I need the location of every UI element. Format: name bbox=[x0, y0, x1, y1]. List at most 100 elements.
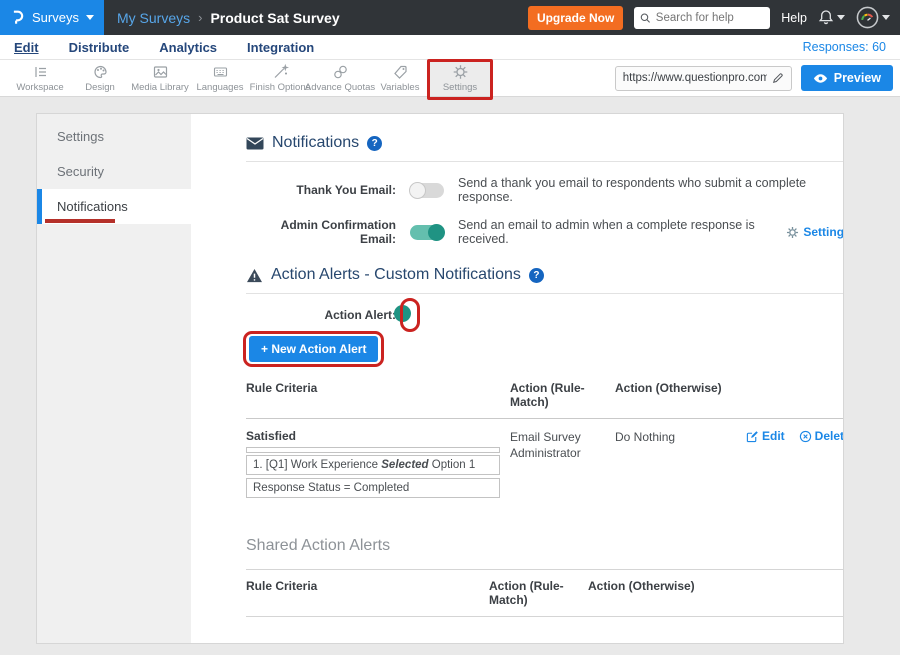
chevron-down-icon bbox=[86, 15, 94, 20]
notifications-section-header: Notifications ? bbox=[246, 128, 844, 161]
settings-side-menu: Settings Security Notifications bbox=[37, 114, 191, 643]
product-switcher[interactable]: Surveys bbox=[0, 0, 104, 35]
col-action-rule-match: Action (Rule-Match) bbox=[510, 381, 615, 409]
admin-confirmation-row: Admin Confirmation Email: Send an email … bbox=[246, 218, 844, 246]
finish-options-wand-icon bbox=[272, 64, 289, 80]
col-rule-criteria: Rule Criteria bbox=[246, 579, 489, 607]
variables-tag-icon bbox=[392, 64, 409, 80]
thank-you-email-description: Send a thank you email to respondents wh… bbox=[458, 176, 844, 204]
delete-alert-link[interactable]: Delete bbox=[799, 429, 844, 443]
admin-email-settings-link[interactable]: Settings bbox=[786, 225, 844, 239]
tab-analytics[interactable]: Analytics bbox=[159, 40, 217, 55]
criteria-condition-2: Response Status = Completed bbox=[246, 478, 500, 498]
account-menu[interactable] bbox=[856, 6, 890, 29]
languages-keyboard-icon bbox=[212, 64, 229, 80]
gear-icon bbox=[786, 226, 799, 239]
rule-match-cell: Email Survey Administrator bbox=[510, 429, 615, 501]
admin-confirmation-label: Admin Confirmation Email: bbox=[246, 218, 396, 246]
toggle-knob bbox=[394, 305, 411, 322]
edit-pencil-icon bbox=[746, 430, 759, 443]
help-link[interactable]: Help bbox=[781, 11, 807, 25]
shared-action-alerts-title: Shared Action Alerts bbox=[246, 537, 844, 555]
tab-distribute[interactable]: Distribute bbox=[69, 40, 130, 55]
toolbar-settings[interactable]: Settings bbox=[430, 60, 490, 96]
questionpro-logo-icon bbox=[9, 8, 25, 27]
tab-edit[interactable]: Edit bbox=[14, 40, 39, 55]
help-search[interactable] bbox=[634, 7, 770, 29]
action-alerts-section-header: Action Alerts - Custom Notifications ? bbox=[246, 260, 844, 293]
toolbar-languages[interactable]: Languages bbox=[190, 60, 250, 96]
notifications-content: Notifications ? Thank You Email: Send a … bbox=[191, 114, 844, 643]
shared-action-alerts-section: Shared Action Alerts Rule Criteria Actio… bbox=[246, 537, 844, 617]
action-alert-toggle-row: Action Alert: bbox=[246, 306, 844, 324]
col-rule-criteria: Rule Criteria bbox=[246, 381, 510, 409]
sidebar-item-settings[interactable]: Settings bbox=[37, 119, 191, 154]
criteria-strip bbox=[246, 447, 500, 453]
edit-toolbar: Workspace Design Media Library Languages… bbox=[0, 60, 900, 97]
admin-confirmation-description: Send an email to admin when a complete r… bbox=[458, 218, 786, 246]
section-divider bbox=[246, 161, 844, 162]
action-alerts-title: Action Alerts - Custom Notifications bbox=[271, 266, 521, 284]
col-action-rule-match: Action (Rule-Match) bbox=[489, 579, 588, 607]
upgrade-now-button[interactable]: Upgrade Now bbox=[528, 6, 623, 30]
survey-url-field[interactable]: https://www.questionpro.com/t/. bbox=[615, 66, 792, 91]
toolbar-workspace[interactable]: Workspace bbox=[10, 60, 70, 96]
toolbar-finish-options[interactable]: Finish Options bbox=[250, 60, 310, 96]
survey-url-text: https://www.questionpro.com/t/. bbox=[623, 72, 767, 84]
otherwise-cell: Do Nothing bbox=[615, 429, 746, 501]
new-action-alert-button[interactable]: + New Action Alert bbox=[249, 336, 378, 362]
col-action-otherwise: Action (Otherwise) bbox=[588, 579, 844, 607]
breadcrumb: My Surveys › Product Sat Survey bbox=[117, 10, 340, 26]
notifications-title: Notifications bbox=[272, 134, 359, 152]
action-alert-row-item: Satisfied 1. [Q1] Work Experience Select… bbox=[246, 419, 844, 511]
responses-count[interactable]: Responses: 60 bbox=[803, 40, 886, 54]
bell-icon bbox=[818, 9, 834, 26]
breadcrumb-my-surveys[interactable]: My Surveys bbox=[117, 10, 190, 26]
sidebar-item-notifications[interactable]: Notifications bbox=[37, 189, 191, 224]
chevron-down-icon bbox=[882, 15, 890, 20]
toolbar-design[interactable]: Design bbox=[70, 60, 130, 96]
envelope-icon bbox=[246, 137, 264, 150]
survey-nav-tabs: Edit Distribute Analytics Integration Re… bbox=[0, 35, 900, 60]
warning-triangle-icon bbox=[246, 268, 263, 283]
breadcrumb-current-survey: Product Sat Survey bbox=[210, 10, 339, 26]
toolbar-right: https://www.questionpro.com/t/. Preview bbox=[615, 60, 900, 96]
settings-panel: Settings Security Notifications Notifica… bbox=[36, 113, 844, 644]
settings-gear-icon bbox=[452, 64, 469, 80]
sidebar-item-security[interactable]: Security bbox=[37, 154, 191, 189]
edit-url-pencil-icon[interactable] bbox=[772, 72, 784, 84]
shared-alerts-table-header: Rule Criteria Action (Rule-Match) Action… bbox=[246, 569, 844, 617]
notifications-bell[interactable] bbox=[818, 9, 845, 26]
design-palette-icon bbox=[92, 64, 109, 80]
alert-actions-cell: Edit Delete bbox=[746, 429, 844, 501]
col-action-otherwise: Action (Otherwise) bbox=[615, 381, 746, 409]
notifications-help-icon[interactable]: ? bbox=[367, 136, 382, 151]
media-library-icon bbox=[152, 64, 169, 80]
thank-you-email-row: Thank You Email: Send a thank you email … bbox=[246, 176, 844, 204]
help-search-input[interactable] bbox=[656, 12, 765, 24]
thank-you-email-toggle[interactable] bbox=[410, 183, 444, 198]
toolbar-media-library[interactable]: Media Library bbox=[130, 60, 190, 96]
preview-button[interactable]: Preview bbox=[801, 65, 893, 91]
top-header: Surveys My Surveys › Product Sat Survey … bbox=[0, 0, 900, 35]
toolbar-variables[interactable]: Variables bbox=[370, 60, 430, 96]
search-icon bbox=[640, 12, 651, 24]
toolbar-advance-quotas[interactable]: Advance Quotas bbox=[310, 60, 370, 96]
header-right: Upgrade Now Help bbox=[528, 6, 900, 30]
admin-confirmation-toggle[interactable] bbox=[410, 225, 444, 240]
delete-circle-icon bbox=[799, 430, 812, 443]
thank-you-email-label: Thank You Email: bbox=[246, 183, 396, 197]
criteria-condition-1: 1. [Q1] Work Experience Selected Option … bbox=[246, 455, 500, 475]
action-alerts-table-header: Rule Criteria Action (Rule-Match) Action… bbox=[246, 372, 844, 419]
action-alerts-help-icon[interactable]: ? bbox=[529, 268, 544, 283]
rule-criteria-cell: Satisfied 1. [Q1] Work Experience Select… bbox=[246, 429, 510, 501]
questionpro-settings-page: { "header": { "product_label": "Surveys"… bbox=[0, 0, 900, 655]
annotation-notifications-underline bbox=[45, 219, 115, 223]
edit-alert-link[interactable]: Edit bbox=[746, 429, 785, 443]
product-switcher-label: Surveys bbox=[32, 10, 79, 25]
toggle-knob bbox=[409, 182, 426, 199]
new-action-alert-wrap: + New Action Alert bbox=[249, 336, 378, 362]
section-divider bbox=[246, 293, 844, 294]
avatar bbox=[856, 6, 879, 29]
tab-integration[interactable]: Integration bbox=[247, 40, 314, 55]
